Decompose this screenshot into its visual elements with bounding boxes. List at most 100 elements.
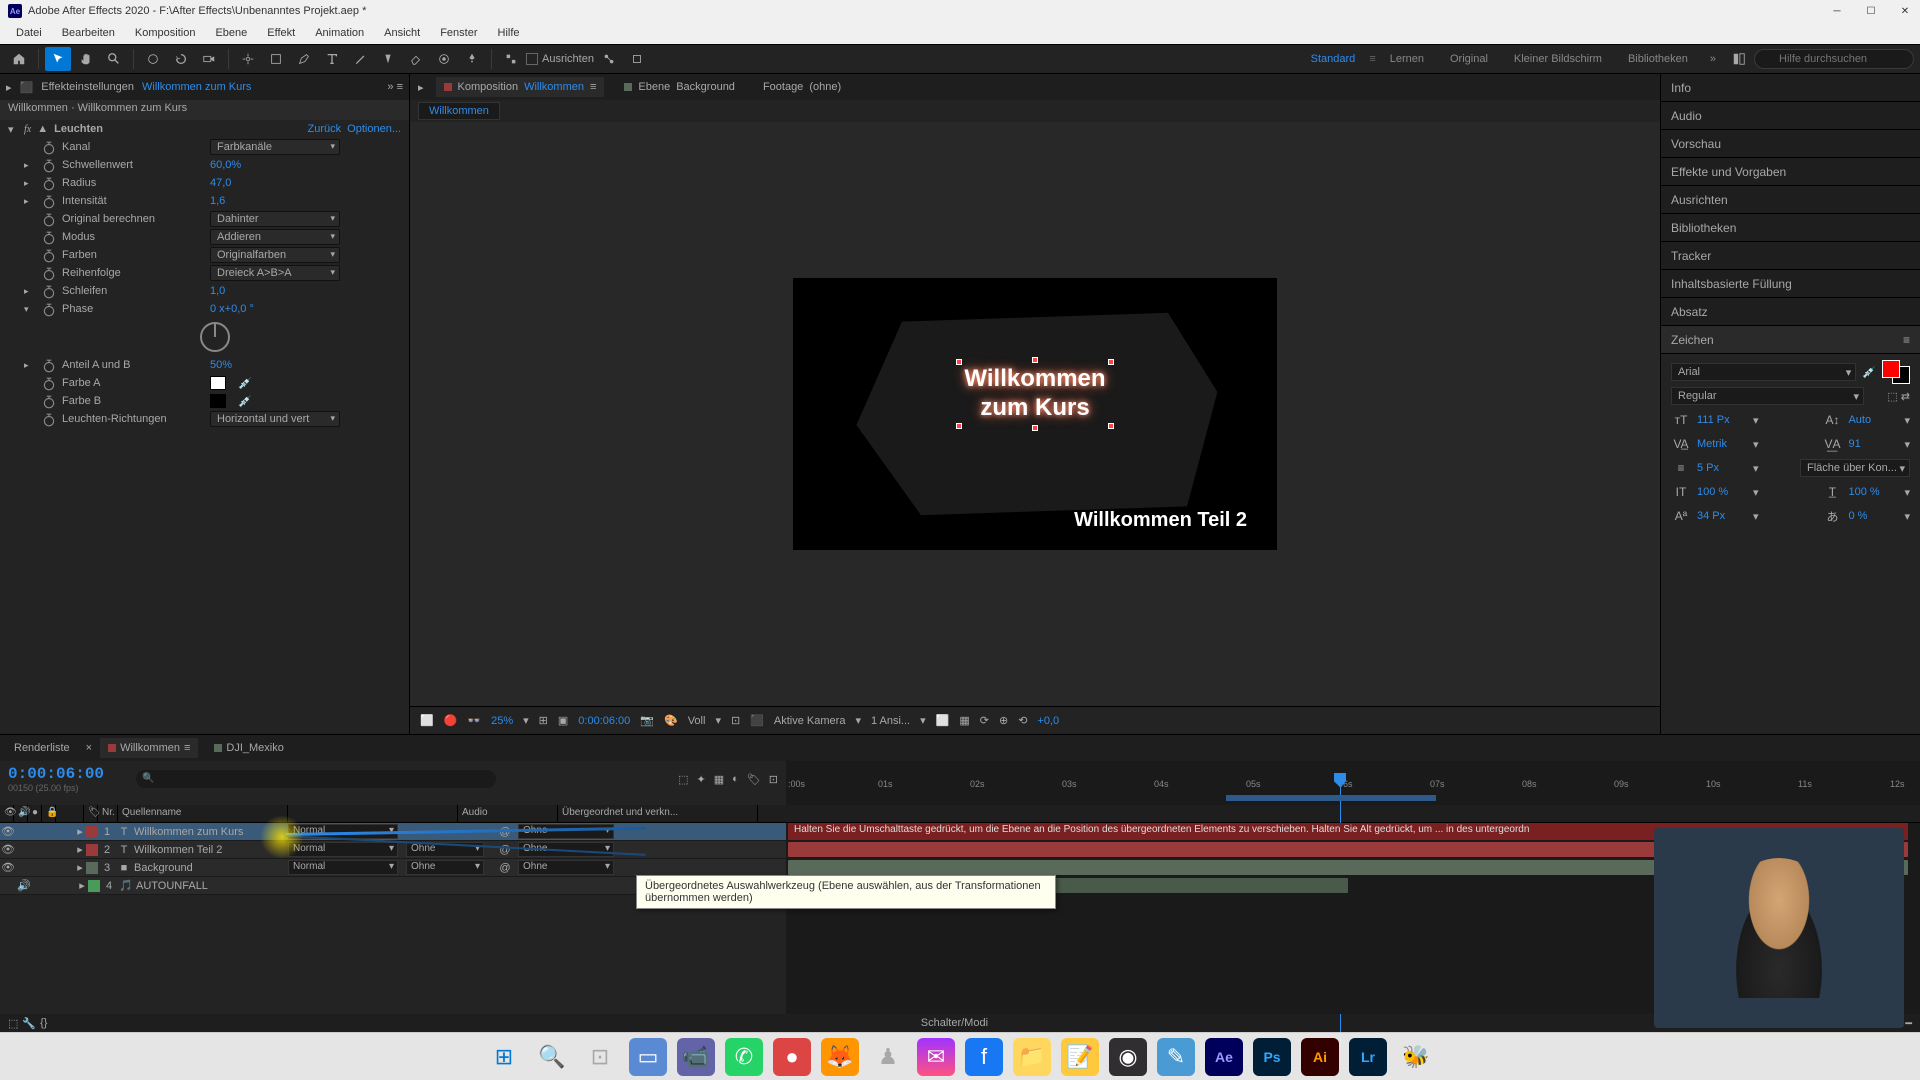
parent-dropdown[interactable]: Ohne (518, 860, 614, 875)
layer-row-2[interactable]: 👁 ▸ 2 T Willkommen Teil 2 Normal Ohne @ … (0, 841, 786, 859)
tab-renderliste[interactable]: Renderliste (6, 738, 78, 758)
explorer-icon[interactable]: ▭ (629, 1038, 667, 1076)
panel-absatz[interactable]: Absatz (1661, 298, 1920, 326)
modus-dropdown[interactable]: Addieren (210, 229, 340, 245)
alpha-icon[interactable]: ⬜ (420, 714, 434, 727)
vc-icon2[interactable]: ▦ (959, 714, 969, 727)
eraser-tool[interactable] (403, 47, 429, 71)
orbit-tool[interactable] (140, 47, 166, 71)
visibility-toggle[interactable]: 👁 (0, 843, 16, 856)
comp-tab-willkommen[interactable]: Komposition Willkommen ≡ (436, 77, 605, 97)
app-icon[interactable]: ● (773, 1038, 811, 1076)
leading-value[interactable]: Auto (1848, 414, 1898, 426)
tracking-value[interactable]: 91 (1848, 438, 1898, 450)
col-source[interactable]: Quellenname (118, 805, 288, 822)
photoshop-icon[interactable]: Ps (1253, 1038, 1291, 1076)
align-checkbox[interactable]: Ausrichten (526, 53, 594, 65)
panel-info[interactable]: Info (1661, 74, 1920, 102)
zoom-tool[interactable] (101, 47, 127, 71)
schleifen-value[interactable]: 1,0 (210, 285, 225, 297)
app-icon-2[interactable]: ♟ (869, 1038, 907, 1076)
brush-tool[interactable] (347, 47, 373, 71)
footer-label[interactable]: Schalter/Modi (921, 1017, 988, 1029)
color-mgmt-icon[interactable]: 🎨 (664, 714, 678, 727)
3d-icon[interactable]: ⬛ (750, 714, 764, 727)
menu-ansicht[interactable]: Ansicht (374, 25, 430, 41)
effects-comp-link[interactable]: Willkommen zum Kurs (142, 81, 251, 93)
color-label[interactable] (88, 880, 100, 892)
twirl-icon[interactable]: ▸ (76, 879, 88, 892)
text-tool[interactable] (319, 47, 345, 71)
stopwatch-icon[interactable] (42, 213, 54, 225)
workspace-original[interactable]: Original (1438, 53, 1500, 65)
effect-enable-icon[interactable]: ▲ (37, 123, 48, 135)
menu-effekt[interactable]: Effekt (257, 25, 305, 41)
timecode-display[interactable]: 0:00:06:00 (578, 715, 630, 727)
anchor-tool[interactable] (235, 47, 261, 71)
schwellenwert-value[interactable]: 60,0% (210, 159, 241, 171)
app-icon-4[interactable]: ✎ (1157, 1038, 1195, 1076)
effect-options-link[interactable]: Optionen... (347, 123, 401, 135)
farbe-b-swatch[interactable] (210, 394, 226, 408)
tl-icon-5[interactable]: 🏷 (747, 773, 761, 786)
eyedropper-icon[interactable]: 💉 (1862, 366, 1876, 379)
vc-icon4[interactable]: ⊕ (999, 714, 1008, 727)
panel-fuellung[interactable]: Inhaltsbasierte Füllung (1661, 270, 1920, 298)
anteil-value[interactable]: 50% (210, 359, 232, 371)
color-label[interactable] (86, 844, 98, 856)
farben-dropdown[interactable]: Originalfarben (210, 247, 340, 263)
panel-audio[interactable]: Audio (1661, 102, 1920, 130)
timeline-ruler[interactable]: :00s 01s 02s 03s 04s 05s 06s 07s 08s 09s… (786, 761, 1920, 805)
menu-datei[interactable]: Datei (6, 25, 52, 41)
comp-breadcrumb-item[interactable]: Willkommen (418, 102, 500, 120)
search-icon[interactable]: 🔍 (533, 1038, 571, 1076)
color-label[interactable] (86, 862, 98, 874)
vc-icon3[interactable]: ⟳ (980, 714, 989, 727)
panel-tracker[interactable]: Tracker (1661, 242, 1920, 270)
snap-option-icon[interactable] (624, 47, 650, 71)
rotate-tool[interactable] (168, 47, 194, 71)
footer-icon-3[interactable]: {} (40, 1017, 47, 1029)
hscale-value[interactable]: 100 % (1848, 486, 1898, 498)
timeline-search[interactable]: 🔍 (136, 770, 496, 788)
layer-name[interactable]: AUTOUNFALL (134, 880, 290, 892)
pen-tool[interactable] (291, 47, 317, 71)
trkmat-dropdown[interactable]: Ohne (406, 860, 484, 875)
footer-icon-1[interactable]: ⬚ (8, 1017, 18, 1030)
firefox-icon[interactable]: 🦊 (821, 1038, 859, 1076)
richtungen-dropdown[interactable]: Horizontal und vert (210, 411, 340, 427)
twirl-icon[interactable]: ▸ (74, 861, 86, 874)
tab-close-icon[interactable]: × (86, 742, 92, 754)
lightroom-icon[interactable]: Lr (1349, 1038, 1387, 1076)
timecode-display[interactable]: 0:00:06:00 (8, 765, 104, 783)
menu-animation[interactable]: Animation (305, 25, 374, 41)
resolution-dropdown[interactable]: Voll (688, 715, 706, 727)
layer-name[interactable]: Willkommen Teil 2 (132, 844, 288, 856)
tab-willkommen[interactable]: Willkommen ≡ (100, 738, 198, 758)
swap-icon[interactable]: ⬚ ⇄ (1870, 390, 1910, 403)
shape-tool[interactable] (263, 47, 289, 71)
tl-icon-2[interactable]: ✦ (697, 773, 706, 786)
workspace-panel-icon[interactable] (1726, 47, 1752, 71)
views-dropdown[interactable]: 1 Ansi... (871, 715, 910, 727)
visibility-toggle[interactable]: 👁 (0, 861, 16, 874)
facebook-icon[interactable]: f (965, 1038, 1003, 1076)
tab-mexiko[interactable]: DJI_Mexiko (206, 738, 291, 758)
kerning-value[interactable]: Metrik (1697, 438, 1747, 450)
stroke-value[interactable]: 5 Px (1697, 462, 1747, 474)
stroke-style-dropdown[interactable]: Fläche über Kon... (1800, 459, 1910, 477)
stopwatch-icon[interactable] (42, 285, 54, 297)
panel-ausrichten[interactable]: Ausrichten (1661, 186, 1920, 214)
fill-swatch[interactable] (1882, 360, 1900, 378)
tl-icon-1[interactable]: ⬚ (678, 773, 688, 786)
tl-icon-3[interactable]: ▦ (714, 773, 724, 786)
style-dropdown[interactable]: Regular (1671, 387, 1864, 405)
menu-komposition[interactable]: Komposition (125, 25, 206, 41)
menu-fenster[interactable]: Fenster (430, 25, 487, 41)
baseline-value[interactable]: 34 Px (1697, 510, 1747, 522)
layer-name[interactable]: Background (132, 862, 288, 874)
phase-value[interactable]: 0 x+0,0 ° (210, 303, 254, 315)
selection-tool[interactable] (45, 47, 71, 71)
messenger-icon[interactable]: ✉ (917, 1038, 955, 1076)
folder-icon[interactable]: 📁 (1013, 1038, 1051, 1076)
